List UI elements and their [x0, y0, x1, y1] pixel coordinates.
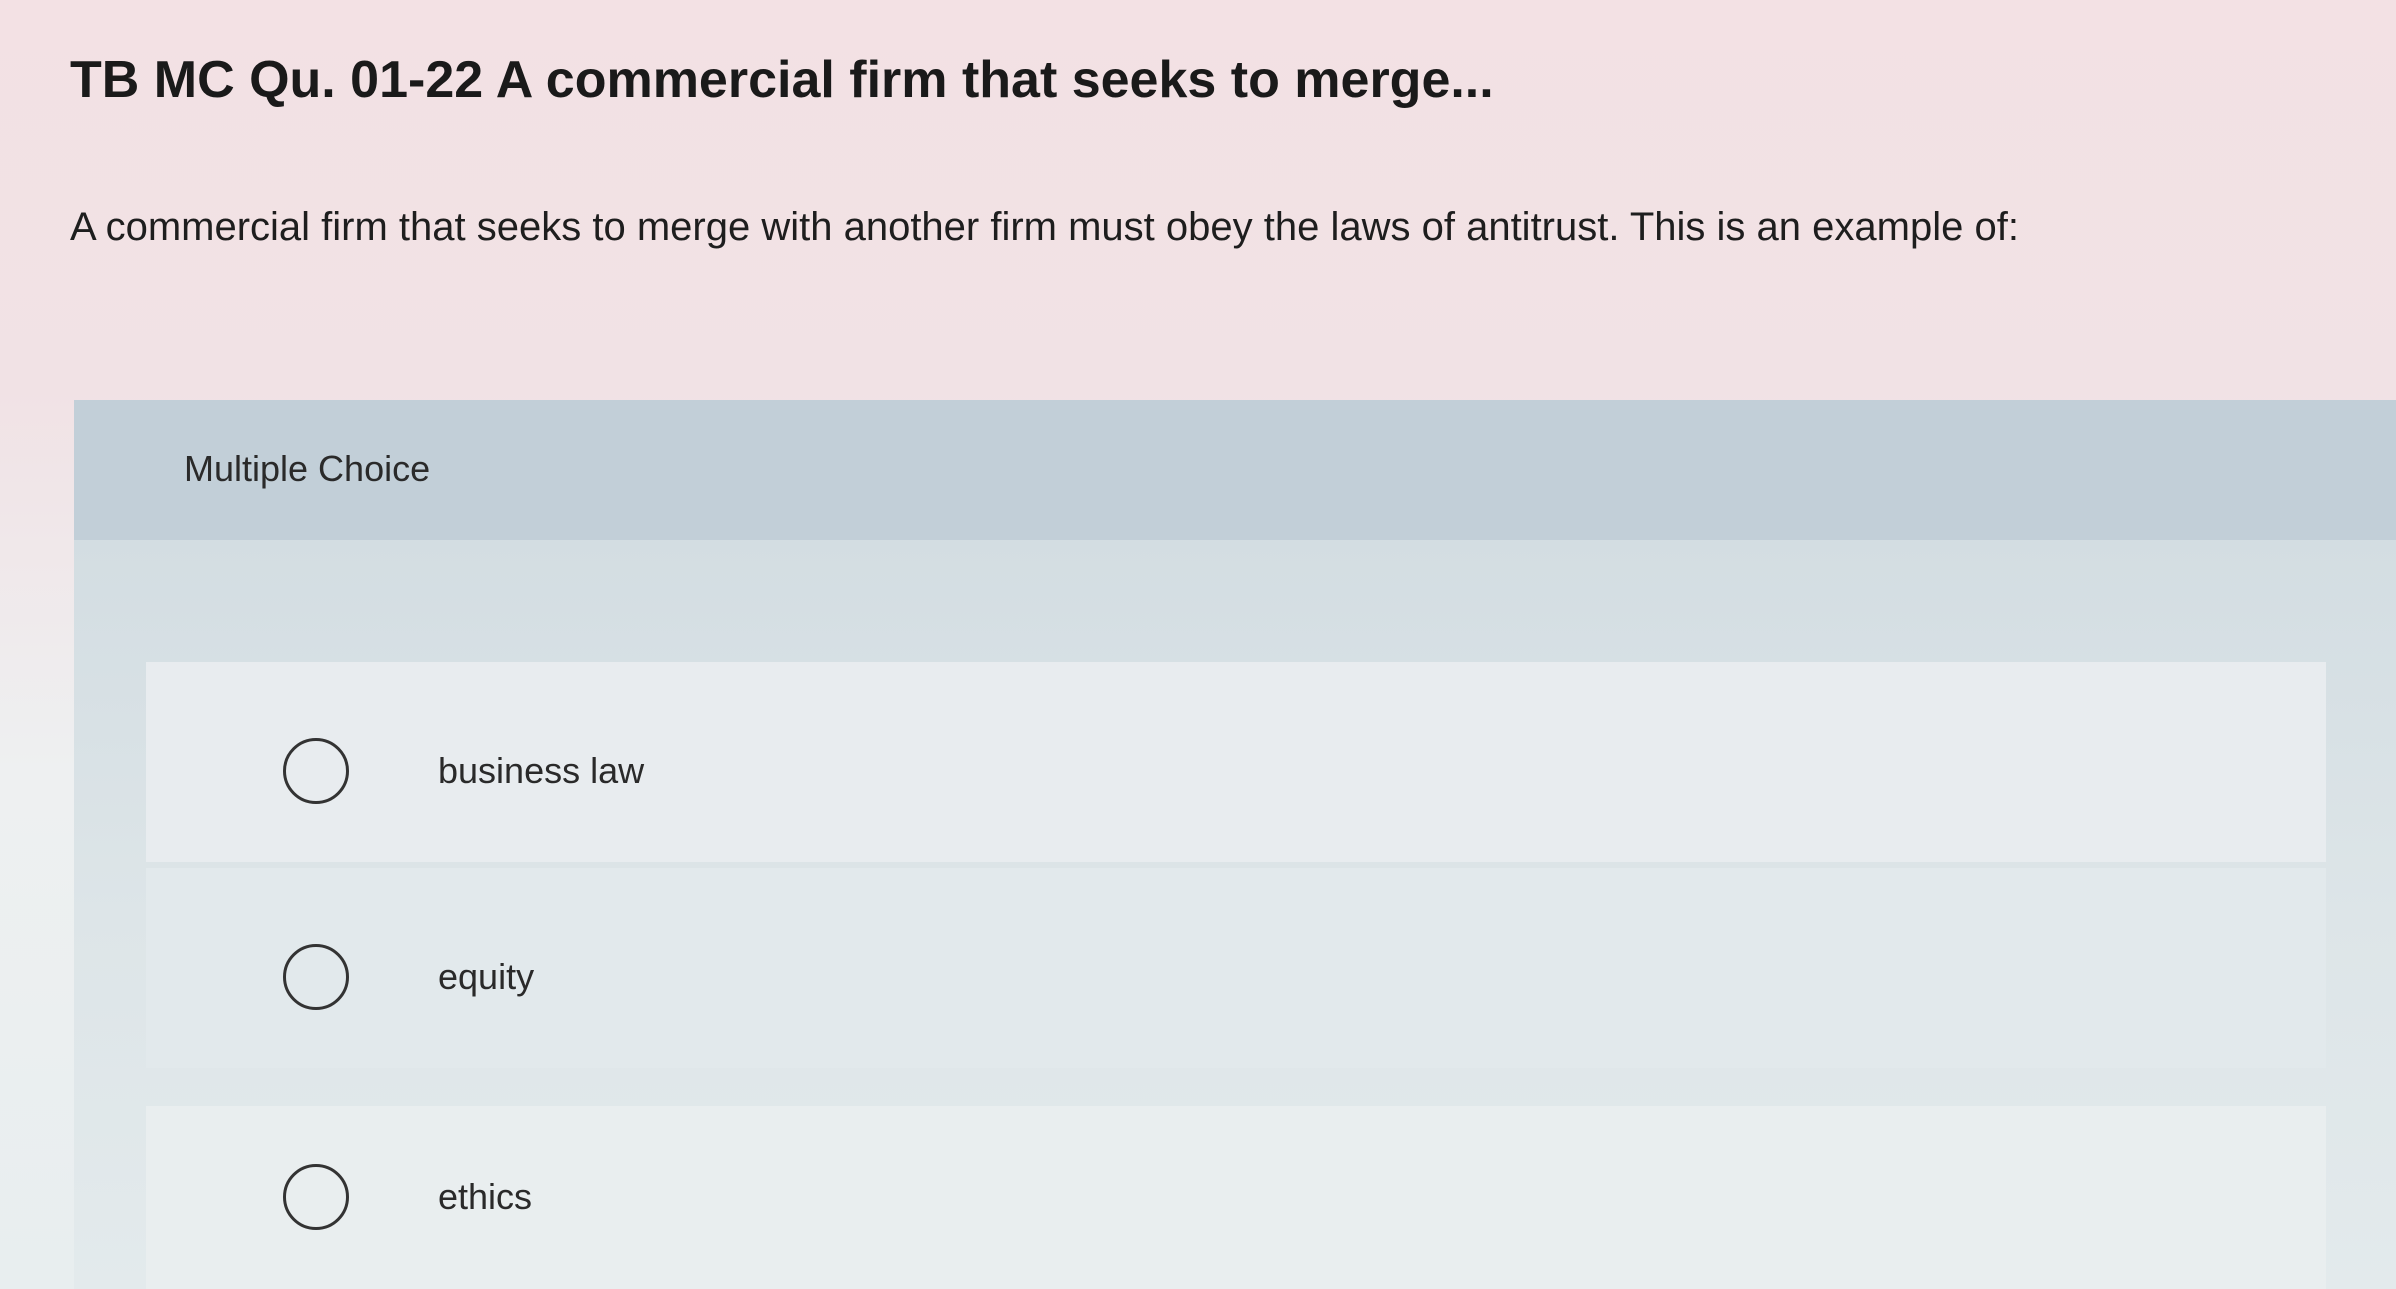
answer-option-ethics[interactable]: ethics	[146, 1106, 2326, 1289]
answer-option-label: equity	[438, 956, 535, 997]
radio-button-icon[interactable]	[283, 738, 349, 804]
radio-button-icon[interactable]	[283, 1164, 349, 1230]
radio-button-icon[interactable]	[283, 944, 349, 1010]
answer-option-equity[interactable]: equity	[146, 868, 2326, 1068]
question-text: A commercial firm that seeks to merge wi…	[70, 205, 2019, 249]
multiple-choice-header: Multiple Choice	[74, 400, 2396, 540]
answer-option-business-law[interactable]: business law	[146, 662, 2326, 862]
multiple-choice-label: Multiple Choice	[184, 448, 431, 489]
multiple-choice-panel: Multiple Choice business law equity ethi…	[74, 400, 2396, 1289]
answer-option-label: business law	[438, 750, 645, 791]
answer-option-label: ethics	[438, 1176, 533, 1217]
page-title: TB MC Qu. 01-22 A commercial firm that s…	[70, 51, 1494, 109]
